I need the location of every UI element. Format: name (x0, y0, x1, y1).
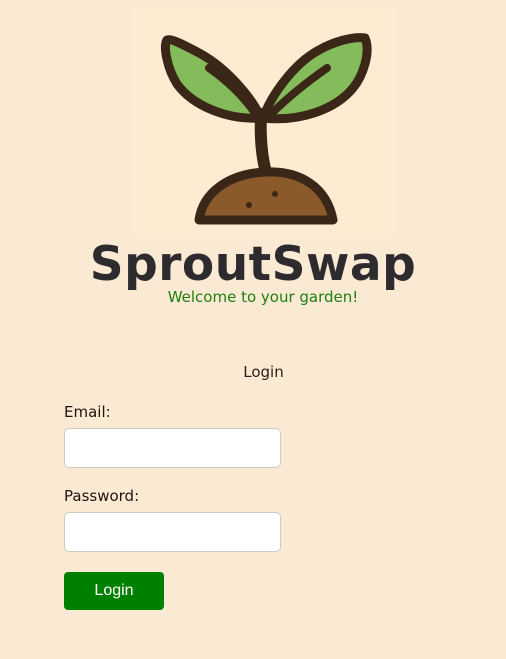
login-heading: Login (243, 363, 284, 381)
password-field[interactable] (64, 512, 281, 552)
app-title: SproutSwap (89, 237, 417, 292)
login-button[interactable]: Login (64, 572, 164, 610)
sprout-logo (131, 6, 397, 236)
email-field[interactable] (64, 428, 281, 468)
login-page: SproutSwap Welcome to your garden! Login… (0, 0, 506, 659)
sprout-logo-icon (160, 33, 372, 225)
email-label: Email: (64, 403, 111, 421)
password-label: Password: (64, 487, 140, 505)
app-tagline: Welcome to your garden! (167, 288, 359, 306)
